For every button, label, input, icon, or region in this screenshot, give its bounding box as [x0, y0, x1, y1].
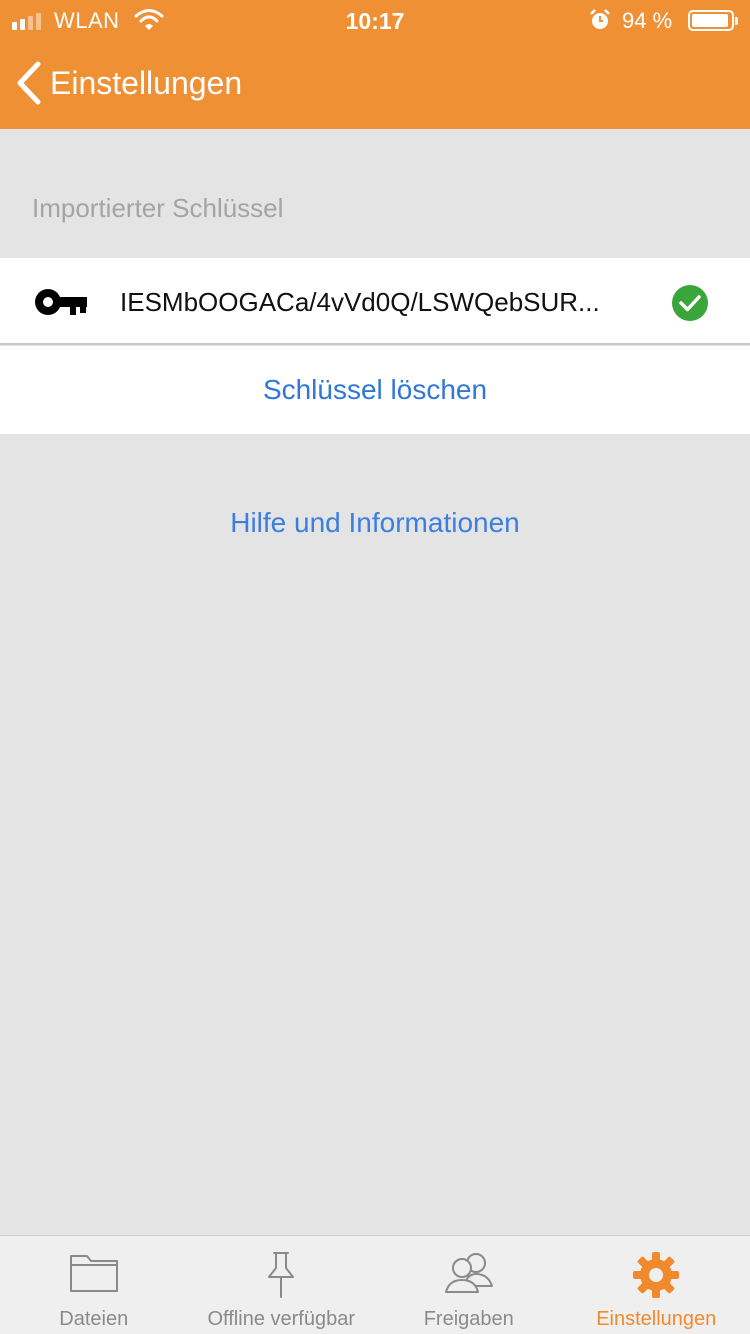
section-title: Importierter Schlüssel	[32, 193, 284, 223]
tab-label: Dateien	[59, 1308, 129, 1330]
tab-offline[interactable]: Offline verfügbar	[188, 1236, 376, 1334]
pin-icon	[261, 1250, 301, 1305]
gear-icon	[631, 1250, 681, 1305]
back-label: Einstellungen	[50, 64, 243, 101]
battery-percent: 94 %	[622, 8, 673, 33]
help-info-link[interactable]: Hilfe und Informationen	[0, 507, 750, 539]
folder-icon	[68, 1250, 120, 1299]
navigation-bar: Einstellungen	[0, 50, 750, 120]
tab-label: Einstellungen	[596, 1308, 717, 1330]
tab-label: Offline verfügbar	[207, 1308, 356, 1330]
alarm-icon	[588, 8, 612, 38]
tab-bar: Dateien Offline verfügbar Freigaben Eins…	[0, 1235, 750, 1334]
battery-icon	[688, 10, 738, 31]
tab-freigaben[interactable]: Freigaben	[375, 1236, 563, 1334]
delete-key-button[interactable]: Schlüssel löschen	[0, 346, 750, 434]
back-button[interactable]: Einstellungen	[14, 60, 242, 106]
people-icon	[442, 1250, 496, 1301]
chevron-left-icon	[14, 60, 42, 106]
key-icon	[34, 287, 88, 322]
tab-label: Freigaben	[423, 1308, 514, 1330]
tab-einstellungen[interactable]: Einstellungen	[563, 1236, 750, 1334]
status-bar: WLAN 10:17 94 %	[0, 0, 750, 40]
tab-dateien[interactable]: Dateien	[0, 1236, 188, 1334]
imported-key-row[interactable]: IESMbOOGACa/4vVd0Q/LSWQebSUR...	[0, 258, 750, 345]
key-value: IESMbOOGACa/4vVd0Q/LSWQebSUR...	[120, 287, 600, 317]
checkmark-icon	[671, 284, 709, 327]
app-header: WLAN 10:17 94 % Einstellungen	[0, 0, 750, 129]
